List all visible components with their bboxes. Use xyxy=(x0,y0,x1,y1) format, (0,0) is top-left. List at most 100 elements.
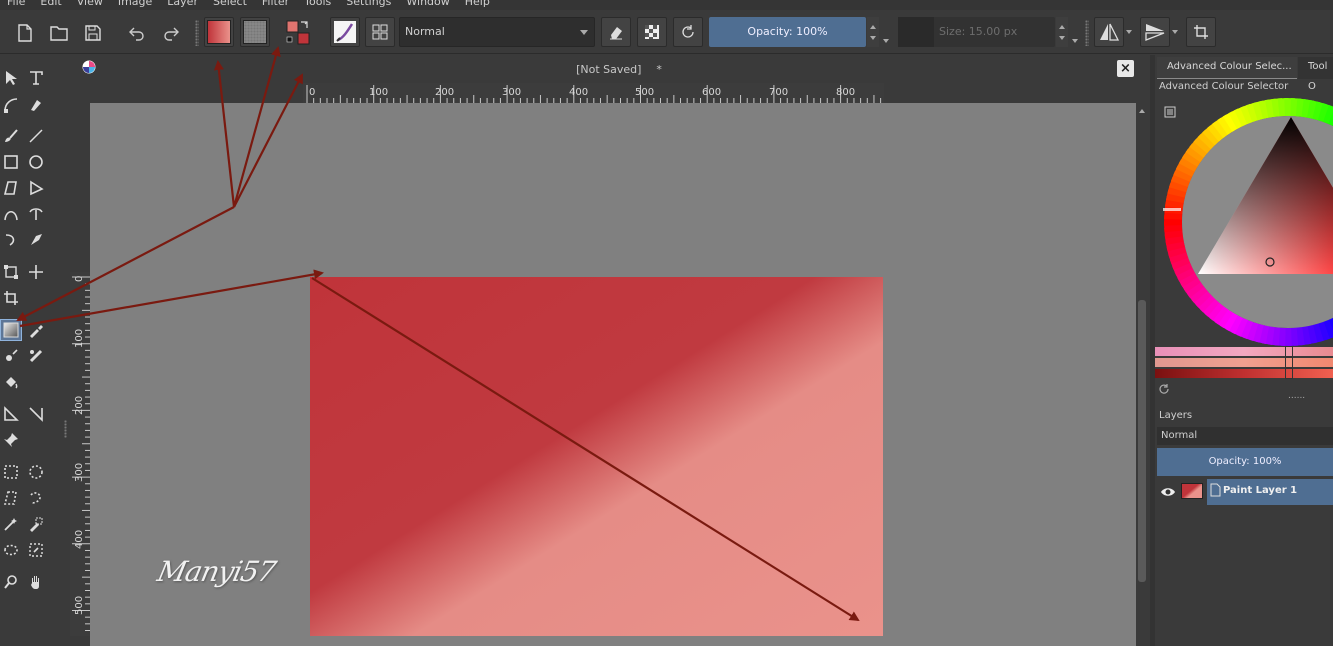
size-dropdown-icon[interactable] xyxy=(1072,39,1078,43)
menu-edit[interactable]: Edit xyxy=(33,0,69,10)
slider-handle[interactable] xyxy=(1285,357,1293,368)
ellipse-tool-icon[interactable] xyxy=(25,151,47,173)
menu-view[interactable]: View xyxy=(70,0,111,10)
fill-patterns-button[interactable] xyxy=(240,17,270,47)
menu-select[interactable]: Select xyxy=(206,0,255,10)
mirror-h-dropdown-icon[interactable] xyxy=(1126,30,1132,34)
vertical-scrollbar[interactable] xyxy=(1136,103,1148,646)
colour-history-icon[interactable] xyxy=(1158,383,1170,395)
pan-tool-icon[interactable] xyxy=(25,571,47,593)
gradient-image[interactable] xyxy=(310,277,883,636)
ruler-label: 100 xyxy=(74,329,85,348)
toolbox-resize-grip[interactable] xyxy=(64,420,67,438)
opacity-spinner[interactable] xyxy=(867,17,879,47)
slider-handle[interactable] xyxy=(1285,346,1293,357)
value-slider[interactable] xyxy=(1155,368,1333,379)
reference-images-tool-icon[interactable] xyxy=(0,429,22,451)
layers-blend-mode-select[interactable]: Normal xyxy=(1157,427,1333,445)
smart-patch-tool-icon[interactable] xyxy=(0,345,22,367)
slider-handle[interactable] xyxy=(1285,368,1293,379)
layer-opacity-slider[interactable]: Opacity: 100% xyxy=(1157,448,1333,476)
polyline-tool-icon[interactable] xyxy=(25,177,47,199)
pattern-swatch-icon xyxy=(243,20,267,44)
elliptical-selection-tool-icon[interactable] xyxy=(25,461,47,483)
saturation-slider[interactable] xyxy=(1155,357,1333,368)
scroll-up-icon[interactable] xyxy=(1139,109,1145,113)
tab-advanced-colour-selector[interactable]: Advanced Colour Selec... xyxy=(1157,57,1297,79)
brush-settings-button[interactable] xyxy=(365,17,395,47)
select-shapes-tool-icon[interactable] xyxy=(0,67,22,89)
mirror-vertical-button[interactable] xyxy=(1140,17,1170,47)
crop-tool-icon[interactable] xyxy=(0,287,22,309)
mirror-horizontal-button[interactable] xyxy=(1094,17,1124,47)
size-spinner[interactable] xyxy=(1056,17,1068,47)
fill-gradients-button[interactable] xyxy=(204,17,234,47)
scrollbar-thumb[interactable] xyxy=(1138,300,1146,582)
menu-filter[interactable]: Filter xyxy=(255,0,297,10)
open-document-icon[interactable] xyxy=(46,18,72,48)
menu-settings[interactable]: Settings xyxy=(339,0,399,10)
edit-shapes-tool-icon[interactable] xyxy=(0,94,22,116)
eraser-mode-button[interactable] xyxy=(601,17,631,47)
redo-icon[interactable] xyxy=(158,18,184,48)
move-tool-icon[interactable] xyxy=(25,261,47,283)
measure-tool-icon[interactable] xyxy=(0,403,22,425)
polygon-tool-icon[interactable] xyxy=(0,177,22,199)
fg-bg-colors-selector[interactable] xyxy=(282,18,314,48)
multibrush-tool-icon[interactable] xyxy=(25,229,47,251)
perspective-grid-tool-icon[interactable] xyxy=(25,403,47,425)
wrap-around-button[interactable] xyxy=(1186,17,1216,47)
reload-preset-button[interactable] xyxy=(673,17,703,47)
menu-tools[interactable]: Tools xyxy=(297,0,339,10)
preserve-alpha-button[interactable] xyxy=(637,17,667,47)
hue-slider[interactable] xyxy=(1155,346,1333,357)
eye-visibility-icon[interactable] xyxy=(1160,486,1176,498)
mirror-v-dropdown-icon[interactable] xyxy=(1172,30,1178,34)
assistant-tool-icon[interactable] xyxy=(25,345,47,367)
brush-presets-button[interactable] xyxy=(330,17,360,47)
fill-tool-icon[interactable] xyxy=(0,371,22,393)
rectangle-tool-icon[interactable] xyxy=(0,151,22,173)
new-document-icon[interactable] xyxy=(12,18,38,48)
zoom-tool-icon[interactable] xyxy=(0,571,22,593)
polygonal-selection-tool-icon[interactable] xyxy=(0,487,22,509)
freehand-selection-tool-icon[interactable] xyxy=(25,487,47,509)
line-tool-icon[interactable] xyxy=(25,125,47,147)
dock-resize-grip[interactable]: ...... xyxy=(1288,391,1305,401)
bezier-curve-tool-icon[interactable] xyxy=(0,203,22,225)
tab-tool-options[interactable]: Tool O xyxy=(1298,57,1333,92)
color-sampler-tool-icon[interactable] xyxy=(25,319,47,341)
menu-image[interactable]: Image xyxy=(111,0,160,10)
freehand-path-tool-icon[interactable] xyxy=(25,203,47,225)
transform-tool-icon[interactable] xyxy=(0,261,22,283)
colour-wheel[interactable] xyxy=(1163,97,1333,353)
ruler-label: 300 xyxy=(74,463,85,482)
gradient-tool-icon[interactable] xyxy=(0,319,22,341)
opacity-dropdown-icon[interactable] xyxy=(883,39,889,43)
similar-color-selection-tool-icon[interactable] xyxy=(25,513,47,535)
menu-help[interactable]: Help xyxy=(458,0,498,10)
rectangular-selection-tool-icon[interactable] xyxy=(0,461,22,483)
toolbar-grip[interactable] xyxy=(195,20,199,46)
text-tool-icon[interactable] xyxy=(25,67,47,89)
menu-layer[interactable]: Layer xyxy=(160,0,206,10)
toolbar-grip-2[interactable] xyxy=(1085,20,1089,46)
magnetic-selection-tool-icon[interactable] xyxy=(25,539,47,561)
contiguous-selection-tool-icon[interactable] xyxy=(0,513,22,535)
bezier-selection-tool-icon[interactable] xyxy=(0,539,22,561)
freehand-brush-tool-icon[interactable] xyxy=(0,125,22,147)
opacity-slider[interactable]: Opacity: 100% xyxy=(709,17,866,47)
layer-properties-icon[interactable] xyxy=(1209,483,1221,497)
calligraphy-tool-icon[interactable] xyxy=(25,94,47,116)
brush-size-slider[interactable]: Size: 15.00 px xyxy=(898,17,1055,47)
menu-file[interactable]: File xyxy=(0,0,33,10)
ruler-label: 600 xyxy=(702,87,721,98)
blend-mode-select[interactable]: Normal xyxy=(399,17,595,47)
dynamic-brush-tool-icon[interactable] xyxy=(0,229,22,251)
menu-window[interactable]: Window xyxy=(399,0,457,10)
close-document-button[interactable]: × xyxy=(1117,60,1134,77)
document-title[interactable]: [Not Saved] * xyxy=(70,63,1148,76)
layer-row[interactable]: Paint Layer 1 xyxy=(1155,479,1333,505)
undo-icon[interactable] xyxy=(124,18,150,48)
save-icon[interactable] xyxy=(80,18,106,48)
